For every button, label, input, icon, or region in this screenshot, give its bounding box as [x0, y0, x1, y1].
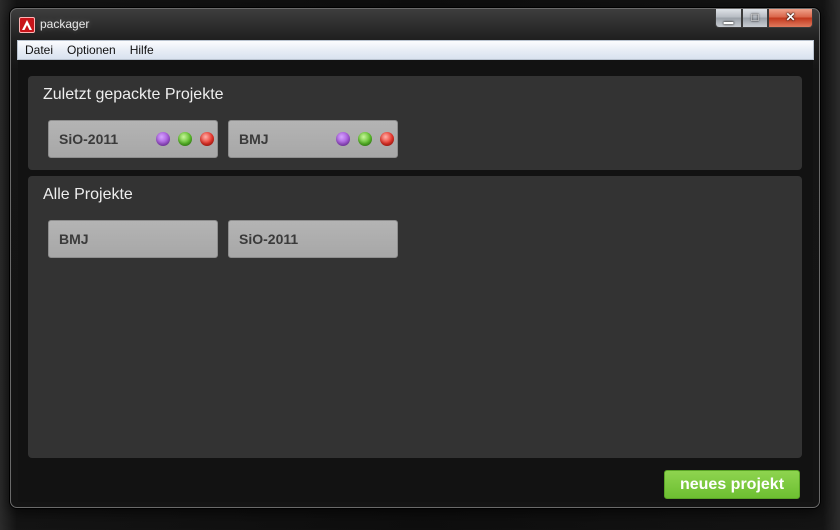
- project-name: BMJ: [239, 131, 269, 147]
- all-projects-title: Alle Projekte: [43, 186, 133, 203]
- maximize-icon: □: [751, 10, 759, 24]
- maximize-button[interactable]: □: [742, 9, 768, 28]
- app-logo-icon: [19, 17, 35, 33]
- recent-project-card-bmj[interactable]: BMJ: [228, 120, 398, 158]
- minimize-icon: ▁: [723, 10, 734, 24]
- close-icon: ✕: [785, 10, 796, 24]
- project-card-bmj[interactable]: BMJ: [48, 220, 218, 258]
- project-card-sio-2011[interactable]: SiO-2011: [228, 220, 398, 258]
- close-button[interactable]: ✕: [768, 9, 813, 28]
- project-name: SiO-2011: [239, 231, 299, 247]
- client-area: Zuletzt gepackte Projekte SiO-2011 BMJ A…: [18, 60, 813, 502]
- title-bar[interactable]: packager ▁ □ ✕: [11, 9, 819, 39]
- status-red-indicator[interactable]: [380, 132, 394, 146]
- all-projects-panel: Alle Projekte BMJ SiO-2011: [28, 176, 802, 458]
- project-name: SiO-2011: [59, 131, 119, 147]
- window-title: packager: [40, 17, 90, 31]
- app-window: packager ▁ □ ✕ Datei Optionen Hilfe Zule…: [10, 8, 820, 508]
- recent-projects-panel: Zuletzt gepackte Projekte SiO-2011 BMJ: [28, 76, 802, 170]
- new-project-button[interactable]: neues projekt: [664, 470, 800, 499]
- status-purple-indicator[interactable]: [156, 132, 170, 146]
- recent-projects-title: Zuletzt gepackte Projekte: [43, 86, 224, 103]
- status-green-indicator[interactable]: [178, 132, 192, 146]
- window-controls: ▁ □ ✕: [715, 9, 813, 29]
- status-purple-indicator[interactable]: [336, 132, 350, 146]
- recent-project-card-sio-2011[interactable]: SiO-2011: [48, 120, 218, 158]
- project-name: BMJ: [59, 231, 89, 247]
- menu-item-optionen[interactable]: Optionen: [60, 41, 123, 59]
- menu-item-hilfe[interactable]: Hilfe: [123, 41, 161, 59]
- menu-bar: Datei Optionen Hilfe: [17, 40, 814, 60]
- menu-item-datei[interactable]: Datei: [18, 41, 60, 59]
- status-red-indicator[interactable]: [200, 132, 214, 146]
- minimize-button[interactable]: ▁: [715, 9, 742, 28]
- status-green-indicator[interactable]: [358, 132, 372, 146]
